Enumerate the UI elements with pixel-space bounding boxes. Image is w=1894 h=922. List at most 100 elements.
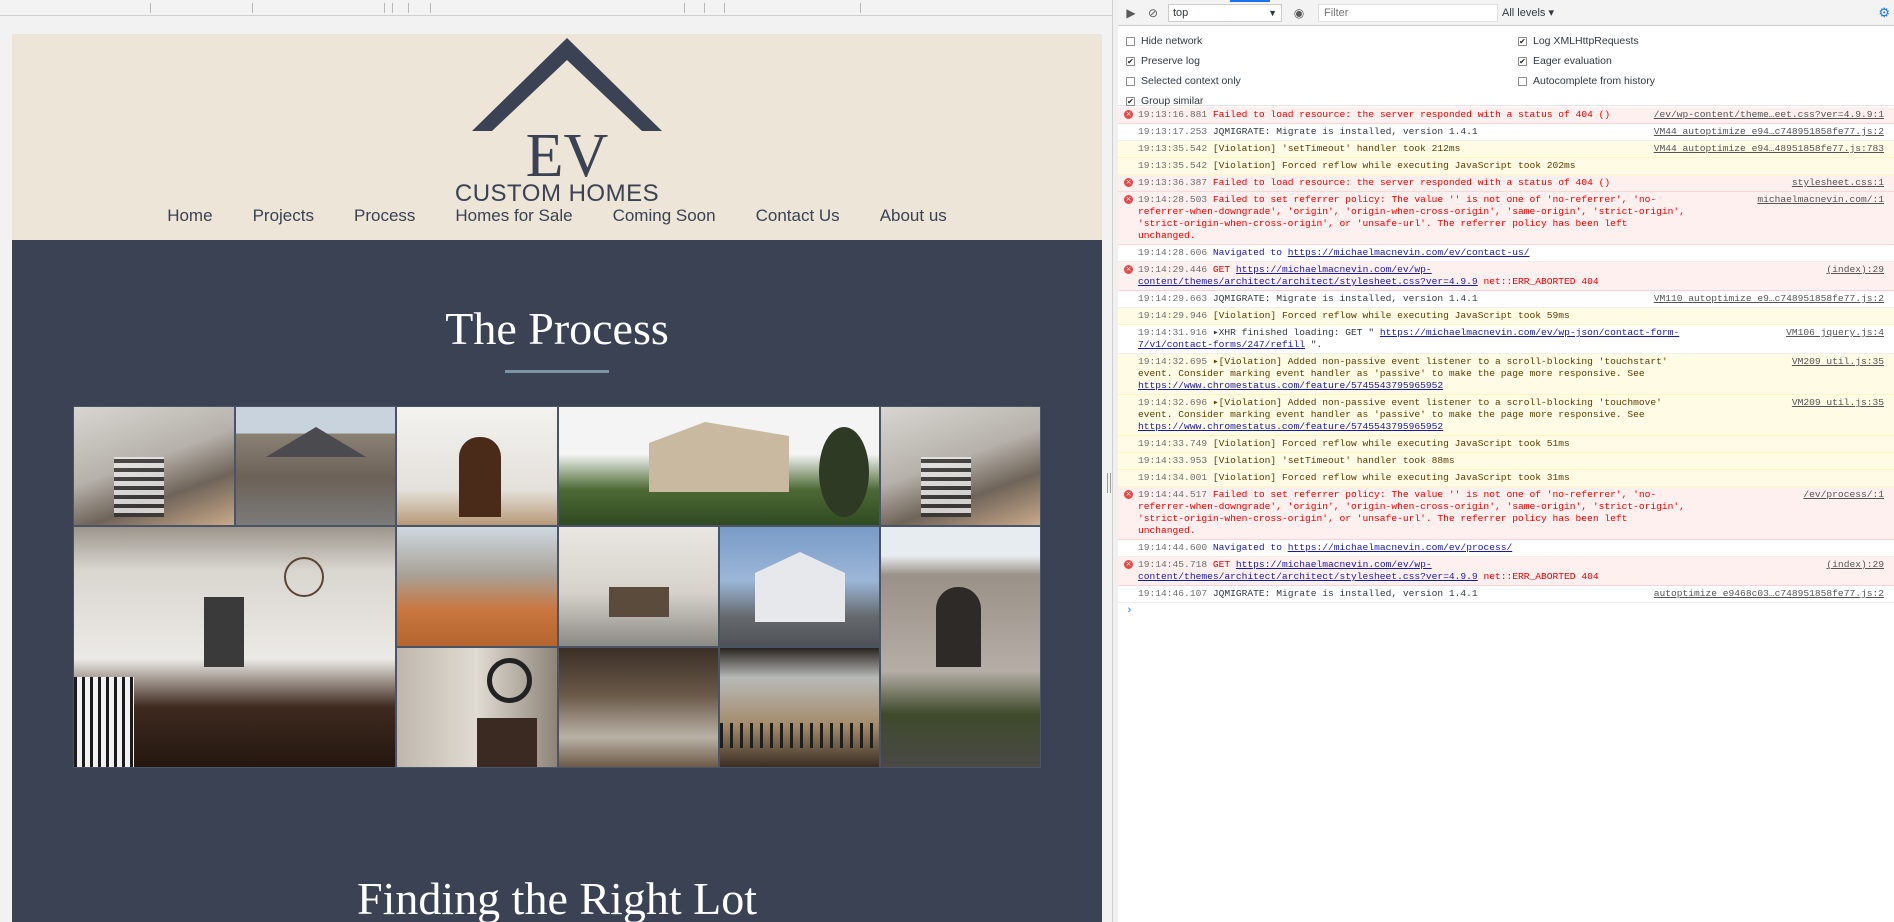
message-timestamp: 19:14:34.001	[1138, 472, 1208, 483]
gallery-photo-porch-view[interactable]	[719, 647, 880, 768]
message-source-link[interactable]: /ev/wp-content/theme…eet.css?ver=4.9.9:1	[1647, 109, 1884, 121]
message-text: [Violation] 'setTimeout' handler took 21…	[1212, 143, 1461, 154]
gear-icon[interactable]: ⚙	[1878, 5, 1890, 21]
ruler-tick	[704, 3, 705, 13]
gallery-photo-3d-rendering[interactable]	[558, 406, 880, 526]
message-source-link[interactable]: VM209 util.js:35	[1785, 397, 1884, 409]
ruler-tick	[430, 3, 431, 13]
console-message-error: × 19:14:29.446 GET https://michaelmacnevi…	[1118, 262, 1894, 291]
message-text: JQMIGRATE: Migrate is installed, version…	[1212, 588, 1478, 599]
console-messages: × 19:13:16.881 Failed to load resource: t…	[1118, 107, 1894, 603]
checkbox[interactable]: ✔	[1126, 56, 1135, 66]
checkbox[interactable]	[1126, 36, 1135, 46]
console-message-error: × 19:13:36.387 Failed to load resource: t…	[1118, 175, 1894, 192]
option-eager-evaluation[interactable]: ✔ Eager evaluation	[1518, 55, 1612, 67]
gallery-photo-exterior-arch[interactable]	[880, 526, 1041, 768]
message-body: 19:14:28.606 Navigated to https://michae…	[1138, 247, 1888, 259]
message-source-link[interactable]: (index):29	[1820, 559, 1884, 571]
checkbox[interactable]: ✔	[1518, 56, 1527, 66]
nav-homes-for-sale[interactable]: Homes for Sale	[435, 206, 592, 226]
message-link[interactable]: https://www.chromestatus.com/feature/574…	[1138, 421, 1443, 432]
active-tab-indicator	[1230, 0, 1270, 2]
gallery-photo-bathroom[interactable]	[396, 647, 558, 768]
ev-logo[interactable]: EV	[462, 36, 672, 198]
gallery-photo-front-door[interactable]	[396, 406, 558, 526]
checkbox[interactable]: ✔	[1518, 36, 1527, 46]
console-message-warn: 19:13:35.542 [Violation] 'setTimeout' ha…	[1118, 141, 1894, 158]
option-label: Eager evaluation	[1533, 55, 1612, 67]
option-group-similar[interactable]: ✔ Group similar	[1126, 95, 1203, 107]
site-header: EV CUSTOM HOMES Home Projects Process Ho…	[12, 34, 1102, 240]
message-text: JQMIGRATE: Migrate is installed, version…	[1212, 293, 1478, 304]
gallery-photo-3d-house[interactable]	[719, 526, 880, 647]
nav-coming-soon[interactable]: Coming Soon	[593, 206, 736, 226]
nav-about-us[interactable]: About us	[860, 206, 967, 226]
message-source-link[interactable]: VM44 autoptimize e94…c748951858fe77.js:2	[1648, 126, 1884, 138]
message-link[interactable]: https://www.chromestatus.com/feature/574…	[1138, 380, 1443, 391]
nav-projects[interactable]: Projects	[233, 206, 334, 226]
message-source-link[interactable]: autoptimize e9468c03…c748951858fe77.js:2	[1648, 588, 1884, 600]
console-prompt[interactable]: ›	[1126, 605, 1133, 617]
message-source-link[interactable]: michaelmacnevin.com/:1	[1751, 194, 1884, 206]
message-source-link[interactable]: VM44 autoptimize e94…48951858fe77.js:783	[1647, 143, 1884, 155]
message-link[interactable]: https://michaelmacnevin.com/ev/process/	[1288, 542, 1513, 553]
clear-console-icon[interactable]: ⊘	[1146, 6, 1160, 20]
option-autocomplete-from-history[interactable]: Autocomplete from history	[1518, 75, 1655, 87]
nav-contact-us[interactable]: Contact Us	[736, 206, 860, 226]
message-body: 19:14:45.718 GET https://michaelmacnevin…	[1138, 559, 1888, 583]
title-underline	[505, 370, 609, 373]
gallery-photo-staircase-2[interactable]	[880, 406, 1041, 526]
message-timestamp: 19:13:35.542	[1138, 160, 1208, 171]
console-message-info: 19:14:46.107 JQMIGRATE: Migrate is insta…	[1118, 586, 1894, 603]
option-hide-network[interactable]: Hide network	[1126, 35, 1202, 47]
message-source-link[interactable]: (index):29	[1820, 264, 1884, 276]
message-source-link[interactable]: VM106 jquery.js:4	[1780, 327, 1884, 339]
devtools-console-panel: ▶ ⊘ top ▼ ◉ All levels ▾ ⚙ Hide network …	[1118, 0, 1894, 922]
option-label: Log XMLHttpRequests	[1533, 35, 1639, 47]
message-body: 19:14:31.916 ▸XHR finished loading: GET …	[1138, 327, 1888, 351]
message-body: 19:14:44.517 Failed to set referrer poli…	[1138, 489, 1888, 537]
gallery-photo-deck[interactable]	[396, 526, 558, 647]
log-levels-dropdown[interactable]: All levels ▾	[1502, 6, 1554, 19]
checkbox[interactable]	[1126, 76, 1135, 86]
option-label: Group similar	[1141, 95, 1204, 107]
message-text: ▸[Violation] Added non-passive event lis…	[1138, 356, 1668, 379]
message-source-link[interactable]: /ev/process/:1	[1797, 489, 1884, 501]
nav-process[interactable]: Process	[334, 206, 435, 226]
message-timestamp: 19:14:29.663	[1138, 293, 1208, 304]
message-timestamp: 19:14:32.695	[1138, 356, 1208, 367]
message-source-link[interactable]: stylesheet.css:1	[1785, 177, 1884, 189]
gallery-photo-foyer-chandelier[interactable]	[73, 526, 396, 768]
gallery-photo-exterior-stone[interactable]	[235, 406, 396, 526]
message-text: ▸XHR finished loading: GET "	[1212, 327, 1375, 338]
checkbox[interactable]	[1518, 76, 1527, 86]
option-selected-context-only[interactable]: Selected context only	[1126, 75, 1241, 87]
console-message-warn: 19:14:33.749 [Violation] Forced reflow w…	[1118, 436, 1894, 453]
gallery-photo-basement[interactable]	[558, 647, 719, 768]
main-nav: Home Projects Process Homes for Sale Com…	[12, 206, 1102, 226]
chevron-down-icon: ▼	[1268, 8, 1277, 18]
error-icon: ×	[1124, 195, 1133, 204]
console-filter-input[interactable]	[1318, 4, 1498, 22]
gallery-photo-dining-room[interactable]	[558, 526, 719, 647]
option-log-xmlhttprequests[interactable]: ✔ Log XMLHttpRequests	[1518, 35, 1639, 47]
sidebar-toggle-icon[interactable]: ▶	[1124, 6, 1138, 20]
message-text: [Violation] Forced reflow while executin…	[1212, 472, 1570, 483]
message-timestamp: 19:13:17.253	[1138, 126, 1208, 137]
eye-icon[interactable]: ◉	[1292, 6, 1306, 20]
ruler-tick	[724, 3, 725, 13]
nav-home[interactable]: Home	[147, 206, 232, 226]
checkbox[interactable]: ✔	[1126, 96, 1135, 106]
ruler-tick	[150, 3, 151, 13]
message-body: 19:14:29.446 GET https://michaelmacnevin…	[1138, 264, 1888, 288]
message-timestamp: 19:14:44.517	[1138, 489, 1208, 500]
context-selector[interactable]: top ▼	[1168, 4, 1282, 22]
gallery-photo-staircase[interactable]	[73, 406, 235, 526]
message-source-link[interactable]: VM209 util.js:35	[1785, 356, 1884, 368]
message-text: JQMIGRATE: Migrate is installed, version…	[1212, 126, 1478, 137]
option-preserve-log[interactable]: ✔ Preserve log	[1126, 55, 1200, 67]
message-source-link[interactable]: VM110 autoptimize e9…c748951858fe77.js:2	[1648, 293, 1884, 305]
message-link[interactable]: https://michaelmacnevin.com/ev/contact-u…	[1288, 247, 1530, 258]
splitter-grip-icon[interactable]	[1107, 473, 1111, 493]
message-text: Failed to set referrer policy: The value…	[1138, 489, 1685, 536]
